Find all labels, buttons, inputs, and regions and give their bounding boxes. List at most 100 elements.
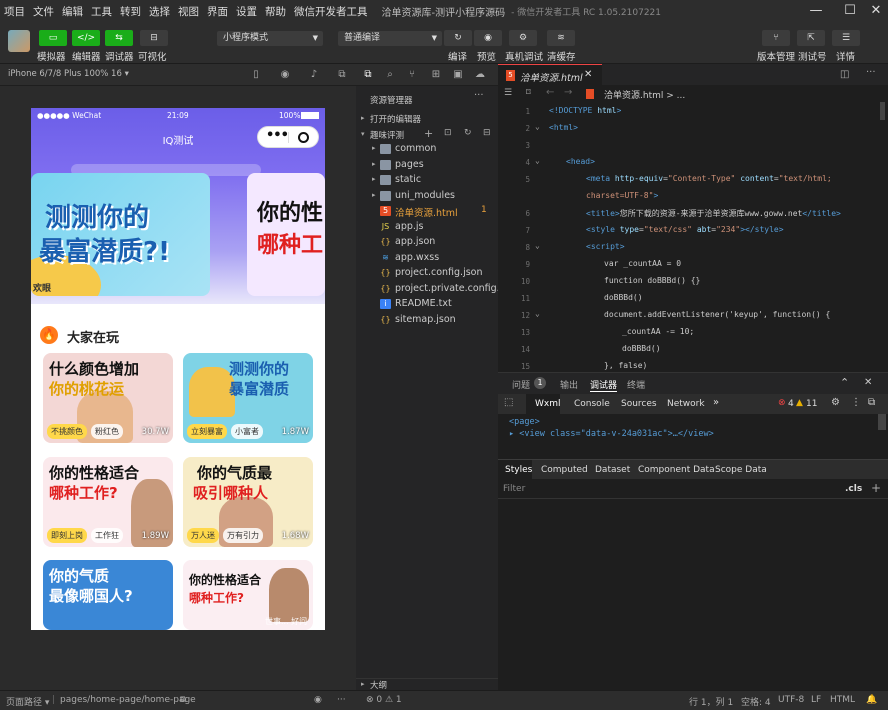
editor-tab[interactable]: 5 洽单资源.html ✕ <box>498 64 602 86</box>
clear-cache-button[interactable]: 清缓存 <box>547 49 576 63</box>
tab-component-data[interactable]: Component Data <box>638 465 715 475</box>
real-debug-icon[interactable]: ⚙ <box>509 30 537 46</box>
tree-folder[interactable]: ▸ common <box>356 142 498 158</box>
version-button[interactable]: 版本管理 <box>757 49 795 63</box>
tree-file[interactable]: JS app.js <box>356 220 498 236</box>
editor-toggle-icon[interactable]: </> <box>72 30 100 46</box>
breadcrumb-path[interactable]: 洽单资源.html > ... <box>604 88 685 101</box>
simulator-toggle-icon[interactable]: ▭ <box>39 30 67 46</box>
close-tab-icon[interactable]: ✕ <box>584 69 592 80</box>
compile-icon[interactable]: ↻ <box>444 30 472 46</box>
new-folder-icon[interactable]: ⊡ <box>444 128 452 138</box>
gear-icon[interactable]: ⚙ <box>831 397 840 408</box>
cloud-icon[interactable]: ☁ <box>474 69 486 81</box>
tree-folder[interactable]: ▸ static <box>356 173 498 189</box>
eye-icon[interactable]: ◉ <box>314 695 322 705</box>
cursor-position[interactable]: 行 1，列 1 <box>689 695 733 708</box>
debugger-toggle-icon[interactable]: ⇆ <box>105 30 133 46</box>
open-editors[interactable]: 打开的编辑器 <box>370 113 421 125</box>
collapse-icon[interactable]: ⊟ <box>483 128 491 138</box>
tree-file[interactable]: {} project.config.json <box>356 266 498 282</box>
tab-computed[interactable]: Computed <box>541 465 588 475</box>
dock-icon[interactable]: ⧉ <box>868 397 875 408</box>
fold-icon[interactable]: ⌄ <box>535 122 540 131</box>
menu-devtools[interactable]: 微信开发者工具 <box>290 4 372 19</box>
outline-section[interactable]: ▸ 大纲 <box>356 678 498 691</box>
mute-icon[interactable]: ♪ <box>308 69 320 81</box>
test-id-button[interactable]: 测试号 <box>798 49 827 63</box>
preview-icon[interactable]: ◉ <box>474 30 502 46</box>
cls-toggle[interactable]: .cls <box>845 484 862 494</box>
bookmark-icon[interactable]: ⌑ <box>526 88 531 98</box>
menu-file[interactable]: 文件 <box>29 4 58 19</box>
wxml-node-view[interactable]: ▸ <view class="data-v-24a031ac">…</view> <box>509 429 714 439</box>
new-file-icon[interactable]: + <box>424 127 433 140</box>
menu-interface[interactable]: 界面 <box>203 4 232 19</box>
tree-folder[interactable]: ▸ uni_modules <box>356 189 498 205</box>
menu-project[interactable]: 项目 <box>0 4 29 19</box>
minimize-icon[interactable]: — <box>804 2 828 20</box>
more-icon[interactable]: ··· <box>866 67 876 78</box>
quiz-card[interactable]: 你的性格适合 哪种工作? 即刻上岗 工作狂 1.89W <box>43 457 173 547</box>
code-editor[interactable]: 1 2 3 4 5 6 7 8 9 10 11 12 13 14 15 ⌄ ⌄ ⌄ ⌄ <!DOCTYPE … <box>498 102 888 372</box>
fold-icon[interactable]: ⌄ <box>535 241 540 250</box>
real-debug-button[interactable]: 真机调试 <box>505 49 543 63</box>
quiz-card[interactable]: 什么颜色增加 你的桃花运 不挑颜色 粉红色 30.7W <box>43 353 173 443</box>
tree-file[interactable]: {} sitemap.json <box>356 313 498 329</box>
search-icon[interactable]: ⌕ <box>384 69 396 81</box>
banner-card-career[interactable]: 你的性 哪种工 <box>247 173 325 296</box>
forward-icon[interactable]: → <box>564 87 572 98</box>
chevron-up-icon[interactable]: ⌃ <box>840 376 849 389</box>
quiz-card[interactable]: 你的性格适合 哪种工作? 世事... 好问 <box>183 560 313 630</box>
panel-tab-output[interactable]: 输出 <box>560 378 578 391</box>
compile-button[interactable]: 编译 <box>448 49 467 63</box>
error-count[interactable]: 4 <box>788 399 794 409</box>
encoding[interactable]: UTF-8 <box>778 695 804 705</box>
clear-cache-icon[interactable]: ≋ <box>547 30 575 46</box>
devtools-tab-sources[interactable]: Sources <box>621 399 657 409</box>
banner-card-wealth[interactable]: 测测你的 暴富潜质?! 欢眼 <box>31 173 210 296</box>
tab-dataset[interactable]: Dataset <box>595 465 630 475</box>
inspect-icon[interactable]: ⬚ <box>504 397 513 408</box>
scrollbar-thumb[interactable] <box>880 102 885 120</box>
visual-toggle-icon[interactable]: ⊟ <box>140 30 168 46</box>
language-mode[interactable]: HTML <box>830 695 855 705</box>
list-icon[interactable]: ☰ <box>504 88 512 98</box>
fold-icon[interactable]: ⌄ <box>535 309 540 318</box>
tree-file[interactable]: 5 洽单资源.html 1 <box>356 204 498 220</box>
kebab-icon[interactable]: ⋮ <box>851 397 861 408</box>
devtools-tab-network[interactable]: Network <box>667 399 705 409</box>
menu-view[interactable]: 视图 <box>174 4 203 19</box>
tree-file[interactable]: {} project.private.config.js... <box>356 282 516 298</box>
panel-tab-problems[interactable]: 问题 <box>512 378 530 391</box>
wxml-tree[interactable]: <page> ▸ <view class="data-v-24a031ac">…… <box>498 414 888 459</box>
wxml-node-page[interactable]: <page> <box>509 417 540 427</box>
copy-icon[interactable]: ⧉ <box>180 695 186 705</box>
source-control-icon[interactable]: ⑂ <box>406 69 418 81</box>
menu-tools[interactable]: 工具 <box>87 4 116 19</box>
filter-input[interactable]: Filter <box>503 484 525 494</box>
add-rule-icon[interactable]: + <box>871 481 881 495</box>
quiz-card[interactable]: 你的气质最 吸引哪种人 万人迷 万有引力 1.68W <box>183 457 313 547</box>
more-icon[interactable]: ··· <box>337 695 346 705</box>
debug-icon[interactable]: ▣ <box>452 69 464 81</box>
test-id-icon[interactable]: ⇱ <box>797 30 825 46</box>
phone-icon[interactable]: ▯ <box>250 69 262 81</box>
avatar[interactable] <box>8 30 30 52</box>
tree-file[interactable]: i README.txt <box>356 297 498 313</box>
bell-icon[interactable]: 🔔 <box>866 695 877 705</box>
tab-scope-data[interactable]: Scope Data <box>715 465 767 475</box>
menu-edit[interactable]: 编辑 <box>58 4 87 19</box>
close-icon[interactable]: ✕ <box>864 2 888 20</box>
maximize-icon[interactable]: ☐ <box>838 2 862 20</box>
tree-file[interactable]: ≋ app.wxss <box>356 251 498 267</box>
details-icon[interactable]: ☰ <box>832 30 860 46</box>
quiz-card[interactable]: 你的气质 最像哪国人? <box>43 560 173 630</box>
menu-help[interactable]: 帮助 <box>261 4 290 19</box>
panel-tab-terminal[interactable]: 终端 <box>627 378 645 391</box>
compile-select[interactable]: 普通编译 ▼ <box>338 31 442 46</box>
panel-tab-debugger[interactable]: 调试器 <box>590 378 618 392</box>
problems-status[interactable]: ⊗ 0 ⚠ 1 <box>366 695 402 705</box>
warning-count[interactable]: 11 <box>806 399 817 409</box>
split-editor-icon[interactable]: ◫ <box>840 69 849 80</box>
